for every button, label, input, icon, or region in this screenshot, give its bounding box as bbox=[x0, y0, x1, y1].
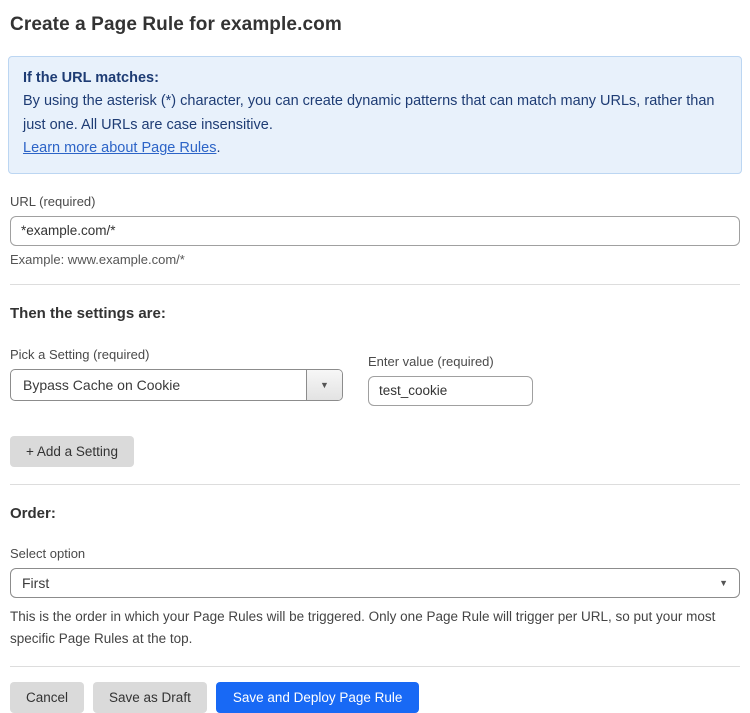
setting-select-dropdown-button[interactable]: ▼ bbox=[306, 370, 342, 400]
chevron-down-icon: ▼ bbox=[320, 380, 329, 390]
url-example-hint: Example: www.example.com/* bbox=[10, 252, 740, 267]
setting-picker-label: Pick a Setting (required) bbox=[10, 347, 343, 362]
add-setting-button[interactable]: + Add a Setting bbox=[10, 436, 134, 467]
setting-value-input[interactable] bbox=[368, 376, 533, 406]
cancel-button[interactable]: Cancel bbox=[10, 682, 84, 713]
order-section-heading: Order: bbox=[10, 505, 740, 522]
info-box-heading: If the URL matches: bbox=[23, 67, 727, 90]
divider bbox=[10, 666, 740, 667]
setting-select[interactable]: Bypass Cache on Cookie ▼ bbox=[10, 369, 343, 401]
setting-select-value: Bypass Cache on Cookie bbox=[11, 370, 306, 400]
order-select[interactable]: First ▼ bbox=[10, 568, 740, 598]
order-help-text: This is the order in which your Page Rul… bbox=[10, 606, 734, 649]
form-actions: Cancel Save as Draft Save and Deploy Pag… bbox=[10, 682, 740, 713]
setting-picker-column: Pick a Setting (required) Bypass Cache o… bbox=[10, 347, 343, 401]
divider bbox=[10, 284, 740, 285]
url-input[interactable] bbox=[10, 216, 740, 246]
setting-value-label: Enter value (required) bbox=[368, 354, 533, 369]
page-title: Create a Page Rule for example.com bbox=[10, 14, 740, 36]
save-and-deploy-button[interactable]: Save and Deploy Page Rule bbox=[216, 682, 420, 713]
order-select-value: First bbox=[22, 575, 49, 591]
save-as-draft-button[interactable]: Save as Draft bbox=[93, 682, 207, 713]
divider bbox=[10, 484, 740, 485]
chevron-down-icon: ▼ bbox=[719, 578, 728, 588]
settings-row: Pick a Setting (required) Bypass Cache o… bbox=[10, 347, 740, 406]
url-match-info-box: If the URL matches: By using the asteris… bbox=[8, 56, 742, 174]
page-rule-form: Create a Page Rule for example.com If th… bbox=[0, 0, 750, 713]
url-field-label: URL (required) bbox=[10, 194, 740, 209]
order-select-label: Select option bbox=[10, 546, 740, 561]
info-box-link-line: Learn more about Page Rules. bbox=[23, 137, 727, 160]
settings-section-heading: Then the settings are: bbox=[10, 305, 740, 322]
learn-more-link[interactable]: Learn more about Page Rules bbox=[23, 140, 216, 156]
info-box-body: By using the asterisk (*) character, you… bbox=[23, 90, 727, 137]
setting-value-column: Enter value (required) bbox=[368, 354, 533, 406]
link-suffix: . bbox=[216, 140, 220, 156]
